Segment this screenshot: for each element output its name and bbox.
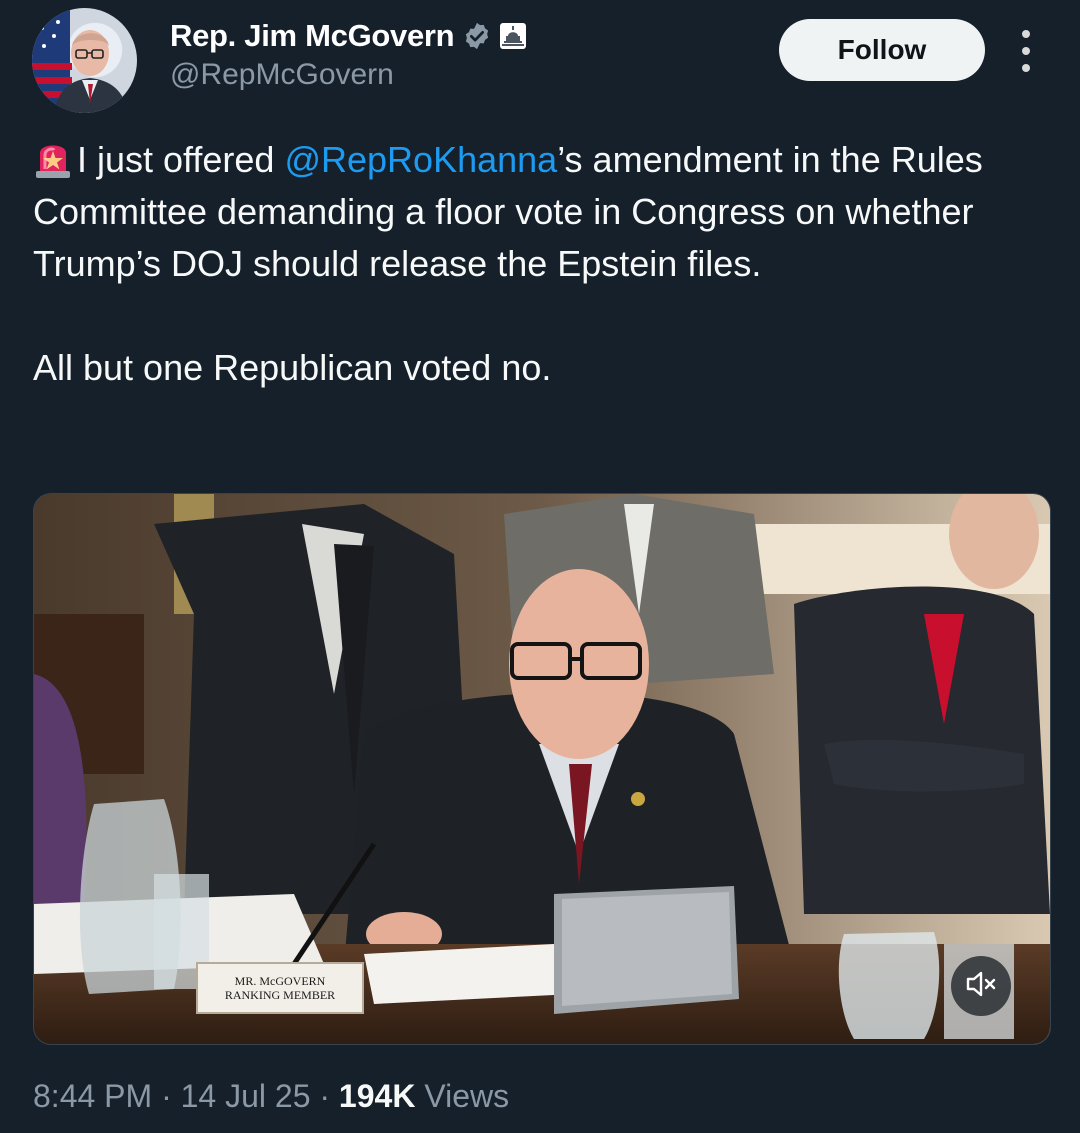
more-options-icon[interactable] xyxy=(1014,30,1038,72)
mention-link[interactable]: @RepRoKhanna xyxy=(284,139,557,180)
video-frame xyxy=(34,494,1050,1044)
tweet-paragraph-1: I just offered @RepRoKhanna’s amendment … xyxy=(33,134,1043,290)
tweet-time[interactable]: 8:44 PM xyxy=(33,1078,152,1114)
siren-emoji-icon xyxy=(33,137,73,179)
author-display-name[interactable]: Rep. Jim McGovern xyxy=(170,18,455,54)
follow-button[interactable]: Follow xyxy=(779,19,985,81)
tweet-detail: Rep. Jim McGovern @RepMcGovern Follow I … xyxy=(0,0,1080,1133)
avatar-image xyxy=(32,8,128,113)
more-dot xyxy=(1022,64,1030,72)
tweet-text: I just offered @RepRoKhanna’s amendment … xyxy=(33,134,1043,394)
author-handle[interactable]: @RepMcGovern xyxy=(170,58,394,92)
tweet-date[interactable]: 14 Jul 25 xyxy=(181,1078,311,1114)
verified-badge-icon[interactable] xyxy=(462,21,492,51)
video-nameplate: MR. McGOVERN RANKING MEMBER xyxy=(196,962,364,1014)
tweet-meta: 8:44 PM · 14 Jul 25 · 194K Views xyxy=(33,1078,509,1115)
meta-separator: · xyxy=(319,1078,331,1114)
author-name-row: Rep. Jim McGovern xyxy=(170,15,527,57)
meta-separator: · xyxy=(161,1078,172,1114)
views-label: Views xyxy=(424,1078,510,1114)
more-dot xyxy=(1022,47,1030,55)
author-avatar[interactable] xyxy=(32,8,137,113)
more-dot xyxy=(1022,30,1030,38)
speaker-muted-icon xyxy=(963,966,999,1007)
capitol-building-icon[interactable] xyxy=(500,23,527,49)
tweet-text-before-mention: I just offered xyxy=(77,139,285,180)
tweet-paragraph-2: All but one Republican voted no. xyxy=(33,347,552,388)
views-count[interactable]: 194K xyxy=(339,1078,416,1114)
video-player[interactable]: MR. McGOVERN RANKING MEMBER xyxy=(33,493,1051,1045)
nameplate-line-2: RANKING MEMBER xyxy=(224,988,336,1002)
nameplate-line-1: MR. McGOVERN xyxy=(234,974,326,988)
mute-toggle-button[interactable] xyxy=(951,956,1011,1016)
